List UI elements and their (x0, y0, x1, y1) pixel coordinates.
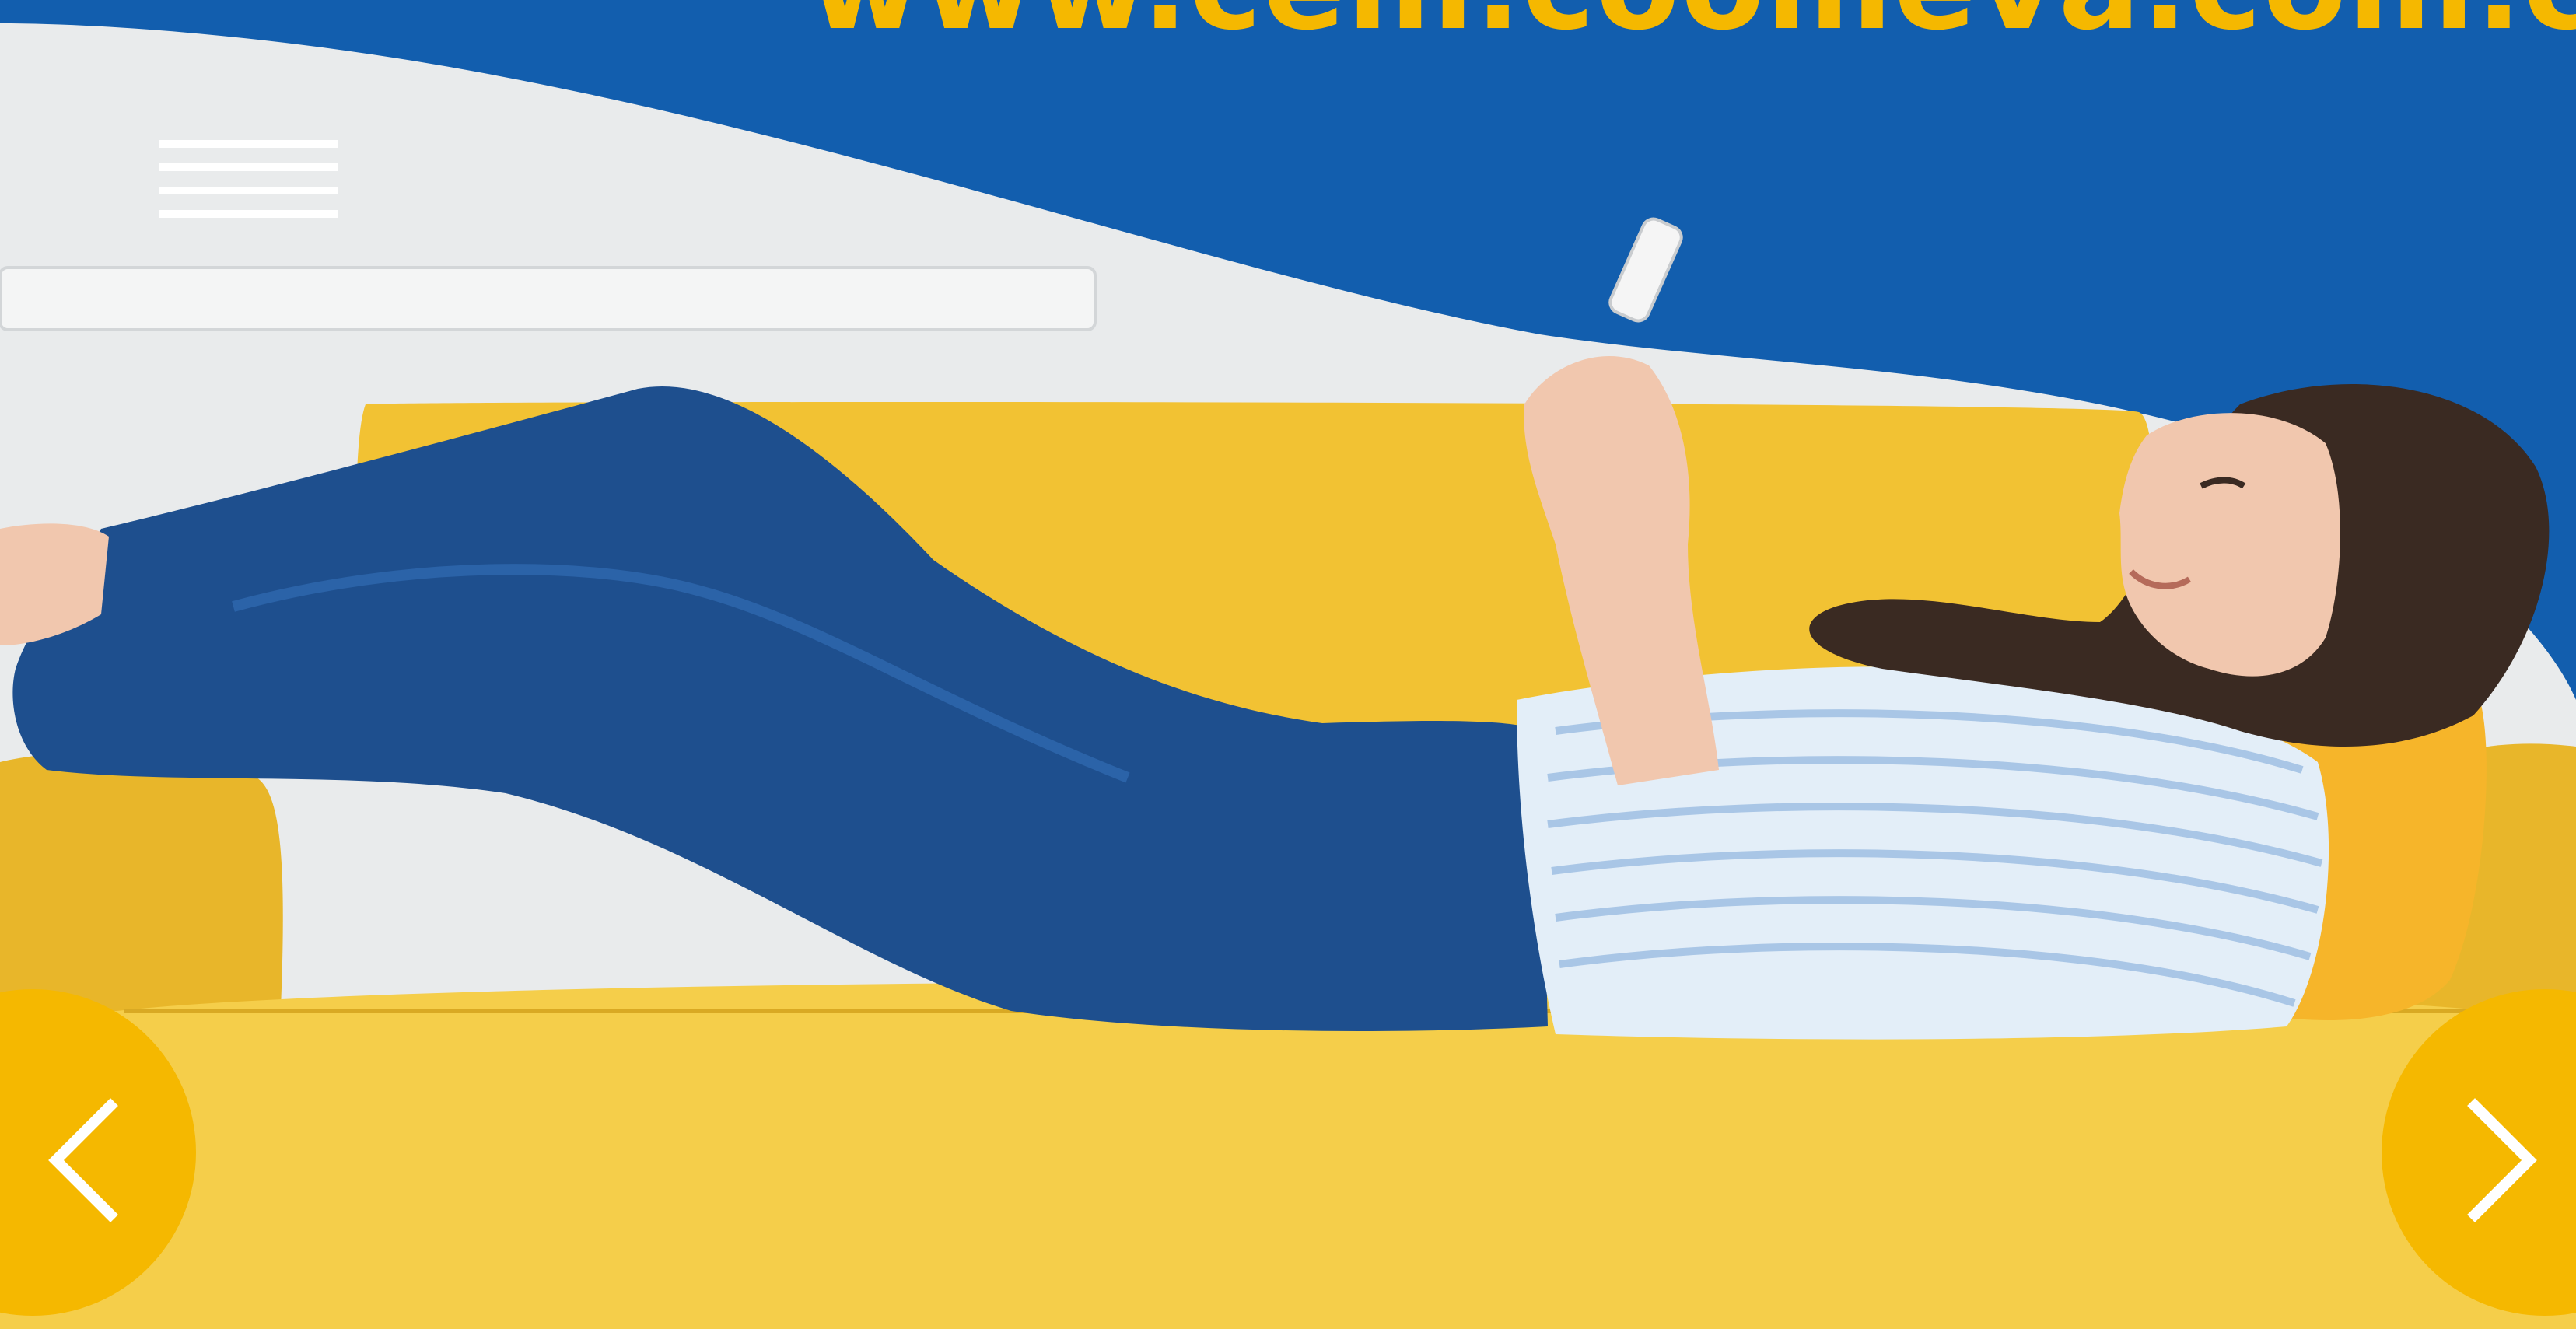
chevron-left-icon (48, 1098, 118, 1222)
hamburger-menu-icon (159, 140, 338, 218)
page: www.cem.coomeva.com.co (0, 0, 2576, 1329)
website-url: www.cem.coomeva.com.co (809, 0, 2576, 56)
chevron-right-icon (2467, 1098, 2537, 1222)
sofa-arm-left (0, 751, 283, 1026)
hero-image (0, 0, 2576, 1329)
sofa-seat (0, 981, 2576, 1329)
window-blind (0, 266, 1097, 331)
